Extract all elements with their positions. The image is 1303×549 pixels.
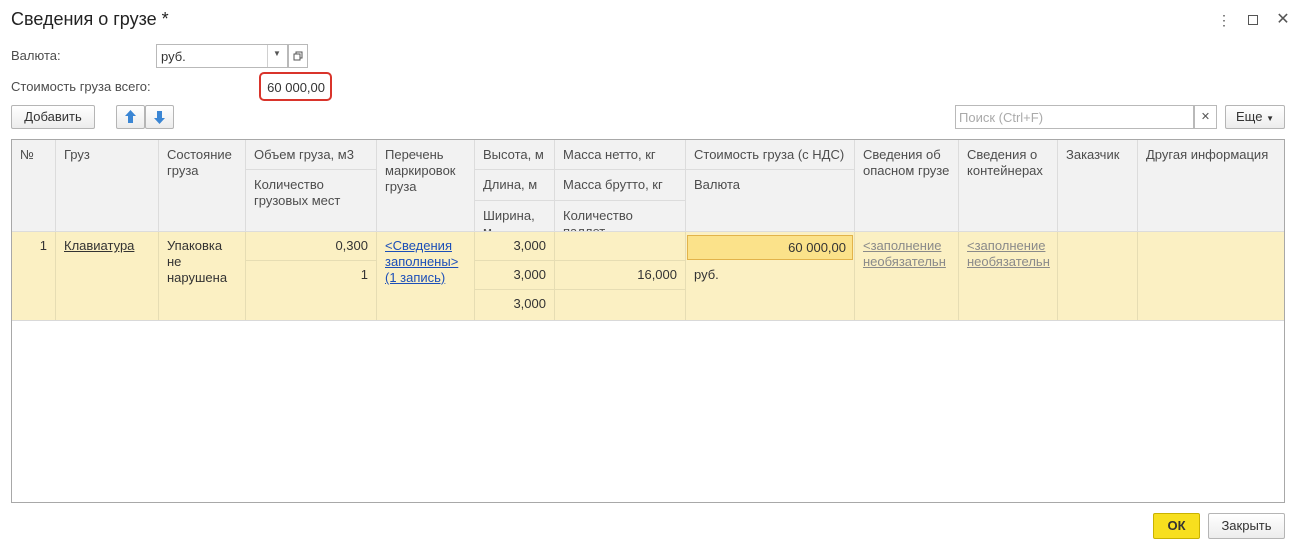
window-title: Сведения о грузе * (11, 9, 169, 29)
cell-cargo[interactable]: Клавиатура (56, 232, 159, 320)
cell-volume[interactable]: 0,300 (246, 232, 376, 261)
header-length[interactable]: Длина, м (475, 170, 555, 201)
header-places[interactable]: Количество грузовых мест (246, 170, 377, 232)
ok-button[interactable]: ОК (1153, 513, 1200, 539)
cargo-table: № Груз Состояние груза Объем груза, м3 К… (11, 139, 1285, 503)
cell-net[interactable] (555, 232, 685, 261)
cell-containers[interactable]: <заполнение необязательн (959, 232, 1058, 320)
cell-currency[interactable]: руб. (686, 261, 727, 289)
cell-cost[interactable]: 60 000,00 (687, 235, 853, 260)
maximize-icon[interactable] (1245, 12, 1261, 28)
search-placeholder: Поиск (Ctrl+F) (959, 110, 1044, 125)
header-currency[interactable]: Валюта (686, 170, 855, 232)
cell-length[interactable]: 3,000 (475, 261, 554, 290)
total-label: Стоимость груза всего: (11, 79, 151, 94)
search-input[interactable]: Поиск (Ctrl+F) (955, 105, 1194, 129)
danger-link[interactable]: <заполнение необязательн (863, 238, 946, 269)
header-volume[interactable]: Объем груза, м3 (246, 140, 377, 170)
header-other[interactable]: Другая информация (1138, 140, 1284, 232)
cell-pallets[interactable] (555, 290, 685, 319)
cell-gross[interactable]: 16,000 (555, 261, 685, 290)
cell-masses: 16,000 (555, 232, 686, 320)
cell-customer[interactable] (1058, 232, 1138, 320)
total-highlight: 60 000,00 (259, 72, 332, 101)
move-down-button[interactable] (145, 105, 174, 129)
header-width[interactable]: Ширина, м (475, 201, 555, 232)
more-vertical-icon[interactable]: ⋮ (1216, 12, 1232, 28)
cell-height[interactable]: 3,000 (475, 232, 554, 261)
header-markings[interactable]: Перечень маркировок груза (377, 140, 475, 232)
cell-state[interactable]: Упаковка не нарушена (159, 232, 246, 320)
chevron-down-icon: ▼ (1266, 114, 1274, 123)
table-row[interactable]: 1 Клавиатура Упаковка не нарушена 0,300 … (12, 232, 1284, 321)
header-pallets[interactable]: Количество паллет (555, 201, 686, 232)
move-up-button[interactable] (116, 105, 145, 129)
add-button[interactable]: Добавить (11, 105, 95, 129)
header-state[interactable]: Состояние груза (159, 140, 246, 232)
markings-link[interactable]: <Сведения заполнены> (1 запись) (385, 238, 458, 285)
more-label: Еще (1236, 109, 1263, 124)
currency-value: руб. (161, 49, 186, 64)
header-cargo[interactable]: Груз (56, 140, 159, 232)
arrow-down-icon (154, 111, 165, 124)
dropdown-arrow-icon[interactable]: ▼ (273, 49, 281, 58)
cell-places[interactable]: 1 (246, 261, 376, 289)
cell-other[interactable] (1138, 232, 1284, 320)
cell-cost-currency: 60 000,00 руб. (686, 232, 855, 320)
header-gross[interactable]: Масса брутто, кг (555, 170, 686, 201)
currency-field[interactable]: руб. ▼ (156, 44, 288, 68)
cell-volume-places: 0,300 1 (246, 232, 377, 320)
containers-link[interactable]: <заполнение необязательн (967, 238, 1050, 269)
more-button[interactable]: Еще ▼ (1225, 105, 1285, 129)
open-icon (293, 51, 303, 61)
header-height[interactable]: Высота, м (475, 140, 555, 170)
row-num: 1 (12, 232, 56, 320)
currency-label: Валюта: (11, 48, 61, 63)
cargo-link[interactable]: Клавиатура (64, 238, 134, 253)
cell-markings[interactable]: <Сведения заполнены> (1 запись) (377, 232, 475, 320)
total-value: 60 000,00 (267, 80, 325, 95)
header-cost[interactable]: Стоимость груза (с НДС) (686, 140, 855, 170)
close-icon[interactable]: ✕ (1275, 12, 1291, 28)
cell-dimensions: 3,000 3,000 3,000 (475, 232, 555, 320)
arrow-up-icon (125, 110, 136, 123)
header-num[interactable]: № (12, 140, 56, 232)
header-containers[interactable]: Сведения о контейнерах (959, 140, 1058, 232)
cell-danger[interactable]: <заполнение необязательн (855, 232, 959, 320)
header-net[interactable]: Масса нетто, кг (555, 140, 686, 170)
header-customer[interactable]: Заказчик (1058, 140, 1138, 232)
header-danger[interactable]: Сведения об опасном грузе (855, 140, 959, 232)
clear-icon[interactable]: ✕ (1194, 105, 1217, 129)
close-button[interactable]: Закрыть (1208, 513, 1285, 539)
currency-open-button[interactable] (288, 44, 308, 68)
cell-width[interactable]: 3,000 (475, 290, 554, 318)
